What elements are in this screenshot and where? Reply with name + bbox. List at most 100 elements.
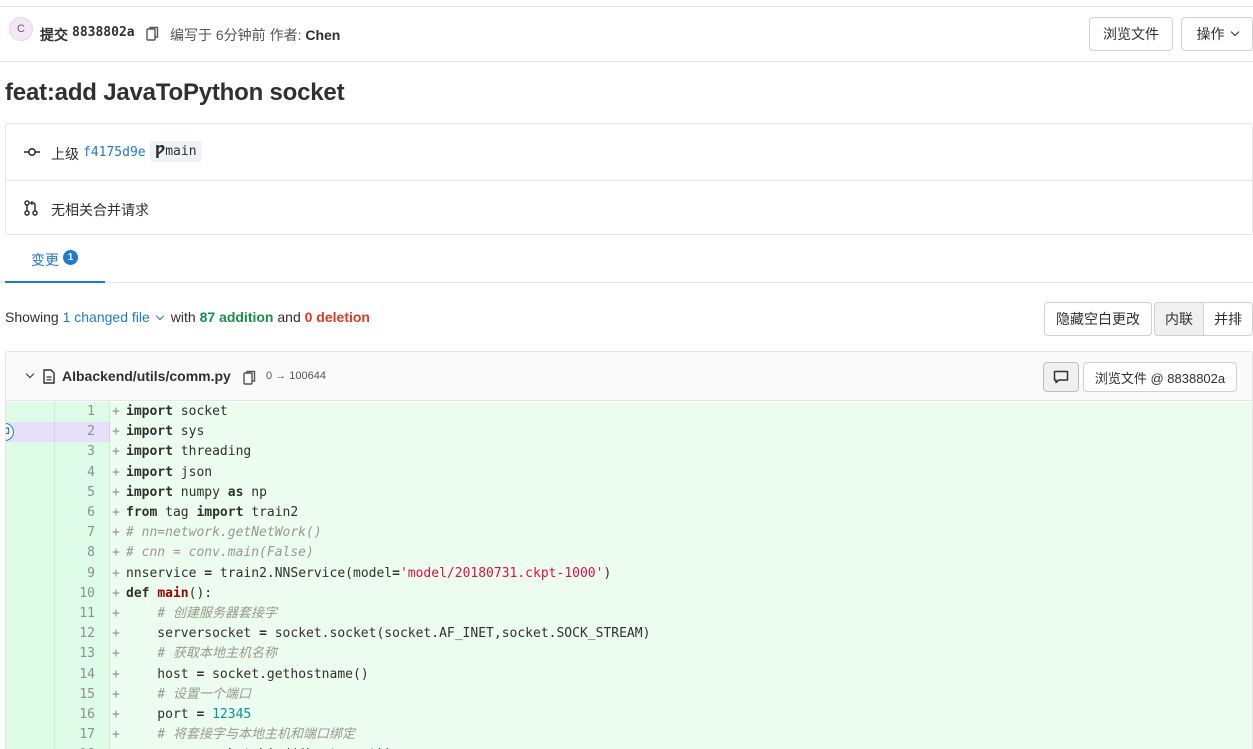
new-line-number[interactable]: 13 [55,644,110,665]
code-token: # 将套接字与本地主机和端口绑定 [157,727,355,743]
old-line-number[interactable] [6,644,55,665]
hide-whitespace-button[interactable]: 隐藏空白更改 [1044,302,1152,336]
new-line-number[interactable]: 6 [55,503,110,524]
code-token: import [126,464,173,480]
tab-changes[interactable]: 变更 1 [5,235,105,283]
commit-sha: 8838802a [72,25,135,40]
browse-files-button[interactable]: 浏览文件 [1089,17,1173,51]
new-line-number[interactable]: 4 [55,462,110,483]
diff-line: 14 + host = socket.gethostname() [6,664,1252,685]
code-token: # 设置一个端口 [157,686,251,702]
operations-dropdown[interactable]: 操作 [1181,17,1253,51]
old-line-number[interactable] [6,664,55,685]
toggle-comments-button[interactable] [1043,362,1079,392]
add-comment-icon[interactable] [6,423,14,442]
old-line-number[interactable] [6,422,55,443]
line-code: # 创建服务器套接字 [126,604,277,624]
new-line-number[interactable]: 1 [55,402,110,423]
commit-title: feat:add JavaToPython socket [5,79,345,106]
branch-tag[interactable]: Ƿmain [150,141,202,162]
diff-line: 12 + serversocket = socket.socket(socket.… [6,624,1252,645]
collapse-chevron-icon[interactable] [25,369,35,379]
new-line-number[interactable]: 18 [55,745,110,749]
added-marker: + [112,585,120,601]
old-line-number[interactable] [6,624,55,645]
code-token: import [126,404,173,419]
code-token: train2 [243,505,299,520]
code-token: import [126,484,173,500]
avatar[interactable]: C [9,17,33,41]
added-marker: + [112,686,120,702]
code-token: socket [172,404,228,419]
code-token: numpy [172,484,228,500]
old-line-number[interactable] [6,684,55,705]
commit-header: C 提交 8838802a 编写于 6分钟前 作者: Chen 浏览文件 操作 [0,7,1253,62]
new-line-number[interactable]: 5 [55,482,110,503]
changed-files-label: 1 changed file [62,309,150,325]
new-line-number[interactable]: 10 [55,583,110,604]
copy-icon[interactable] [146,26,159,41]
line-code: import threading [126,442,251,462]
code-token: = [204,565,213,581]
old-line-number[interactable] [6,725,55,746]
new-line-number[interactable]: 15 [55,684,110,705]
old-line-number[interactable] [6,482,55,503]
line-code: host = socket.gethostname() [126,665,368,685]
code-token: = [259,626,267,642]
old-line-number[interactable] [6,705,55,726]
diff-line: 15 + # 设置一个端口 [6,684,1252,705]
changed-files-dropdown[interactable]: 1 changed file [63,309,171,325]
new-line-number[interactable]: 12 [55,624,110,645]
code-token: = [392,565,400,581]
inline-view-button[interactable]: 内联 [1154,302,1204,336]
copy-path-icon[interactable] [243,370,256,385]
new-line-number[interactable]: 17 [55,725,110,746]
code-token: import [126,424,173,440]
old-line-number[interactable] [6,583,55,604]
diff-line: 13 + # 获取本地主机名称 [6,644,1252,665]
old-line-number[interactable] [6,442,55,463]
old-line-number[interactable] [6,604,55,625]
line-code: # cnn = conv.main(False) [126,543,314,563]
new-line-number[interactable]: 9 [55,563,110,584]
authored-info: 编写于 6分钟前 作者: Chen [170,25,340,45]
code-token: (): [188,585,213,601]
tab-bar: 变更 1 [0,235,1253,283]
code-token: socket.socket(socket.AF_INET,socket.SOCK… [266,626,651,642]
showing-text: Showing [5,309,59,325]
additions-count: 87 addition [199,309,274,325]
author-link[interactable]: Chen [305,27,340,43]
code-token: # nn=network.getNetWork() [126,525,322,541]
new-line-number[interactable]: 14 [55,664,110,685]
line-code: serversocket.bind((host,port)) [126,745,392,749]
new-line-number[interactable]: 7 [55,523,110,544]
old-line-number[interactable] [6,462,55,483]
line-code: # 设置一个端口 [126,685,251,705]
old-line-number[interactable] [6,745,55,749]
new-line-number[interactable]: 3 [55,442,110,463]
parent-row: 上级 f4175d9e Ƿmain [6,124,1252,181]
added-marker: + [112,404,120,419]
new-line-number[interactable]: 16 [55,705,110,726]
hide-whitespace-label: 隐藏空白更改 [1056,311,1140,327]
old-line-number[interactable] [6,543,55,564]
file-mode: 0 → 100644 [266,370,326,382]
commit-icon [24,147,40,157]
new-line-number[interactable]: 11 [55,604,110,625]
code-token: # cnn = conv.main(False) [126,545,314,561]
old-line-number[interactable] [6,402,55,423]
view-file-button[interactable]: 浏览文件 @ 8838802a [1083,362,1237,392]
parallel-view-button[interactable]: 并排 [1203,302,1253,336]
parent-sha-link[interactable]: f4175d9e [83,145,146,160]
diff-line: 17 + # 将套接字与本地主机和端口绑定 [6,725,1252,746]
diff-summary: Showing 1 changed file with 87 addition a… [5,309,370,325]
line-code: port = 12345 [126,705,251,725]
file-path-link[interactable]: AIbackend/utils/comm.py [62,368,231,384]
new-line-number[interactable]: 2 [55,422,110,443]
new-line-number[interactable]: 8 [55,543,110,564]
old-line-number[interactable] [6,503,55,524]
old-line-number[interactable] [6,563,55,584]
old-line-number[interactable] [6,523,55,544]
